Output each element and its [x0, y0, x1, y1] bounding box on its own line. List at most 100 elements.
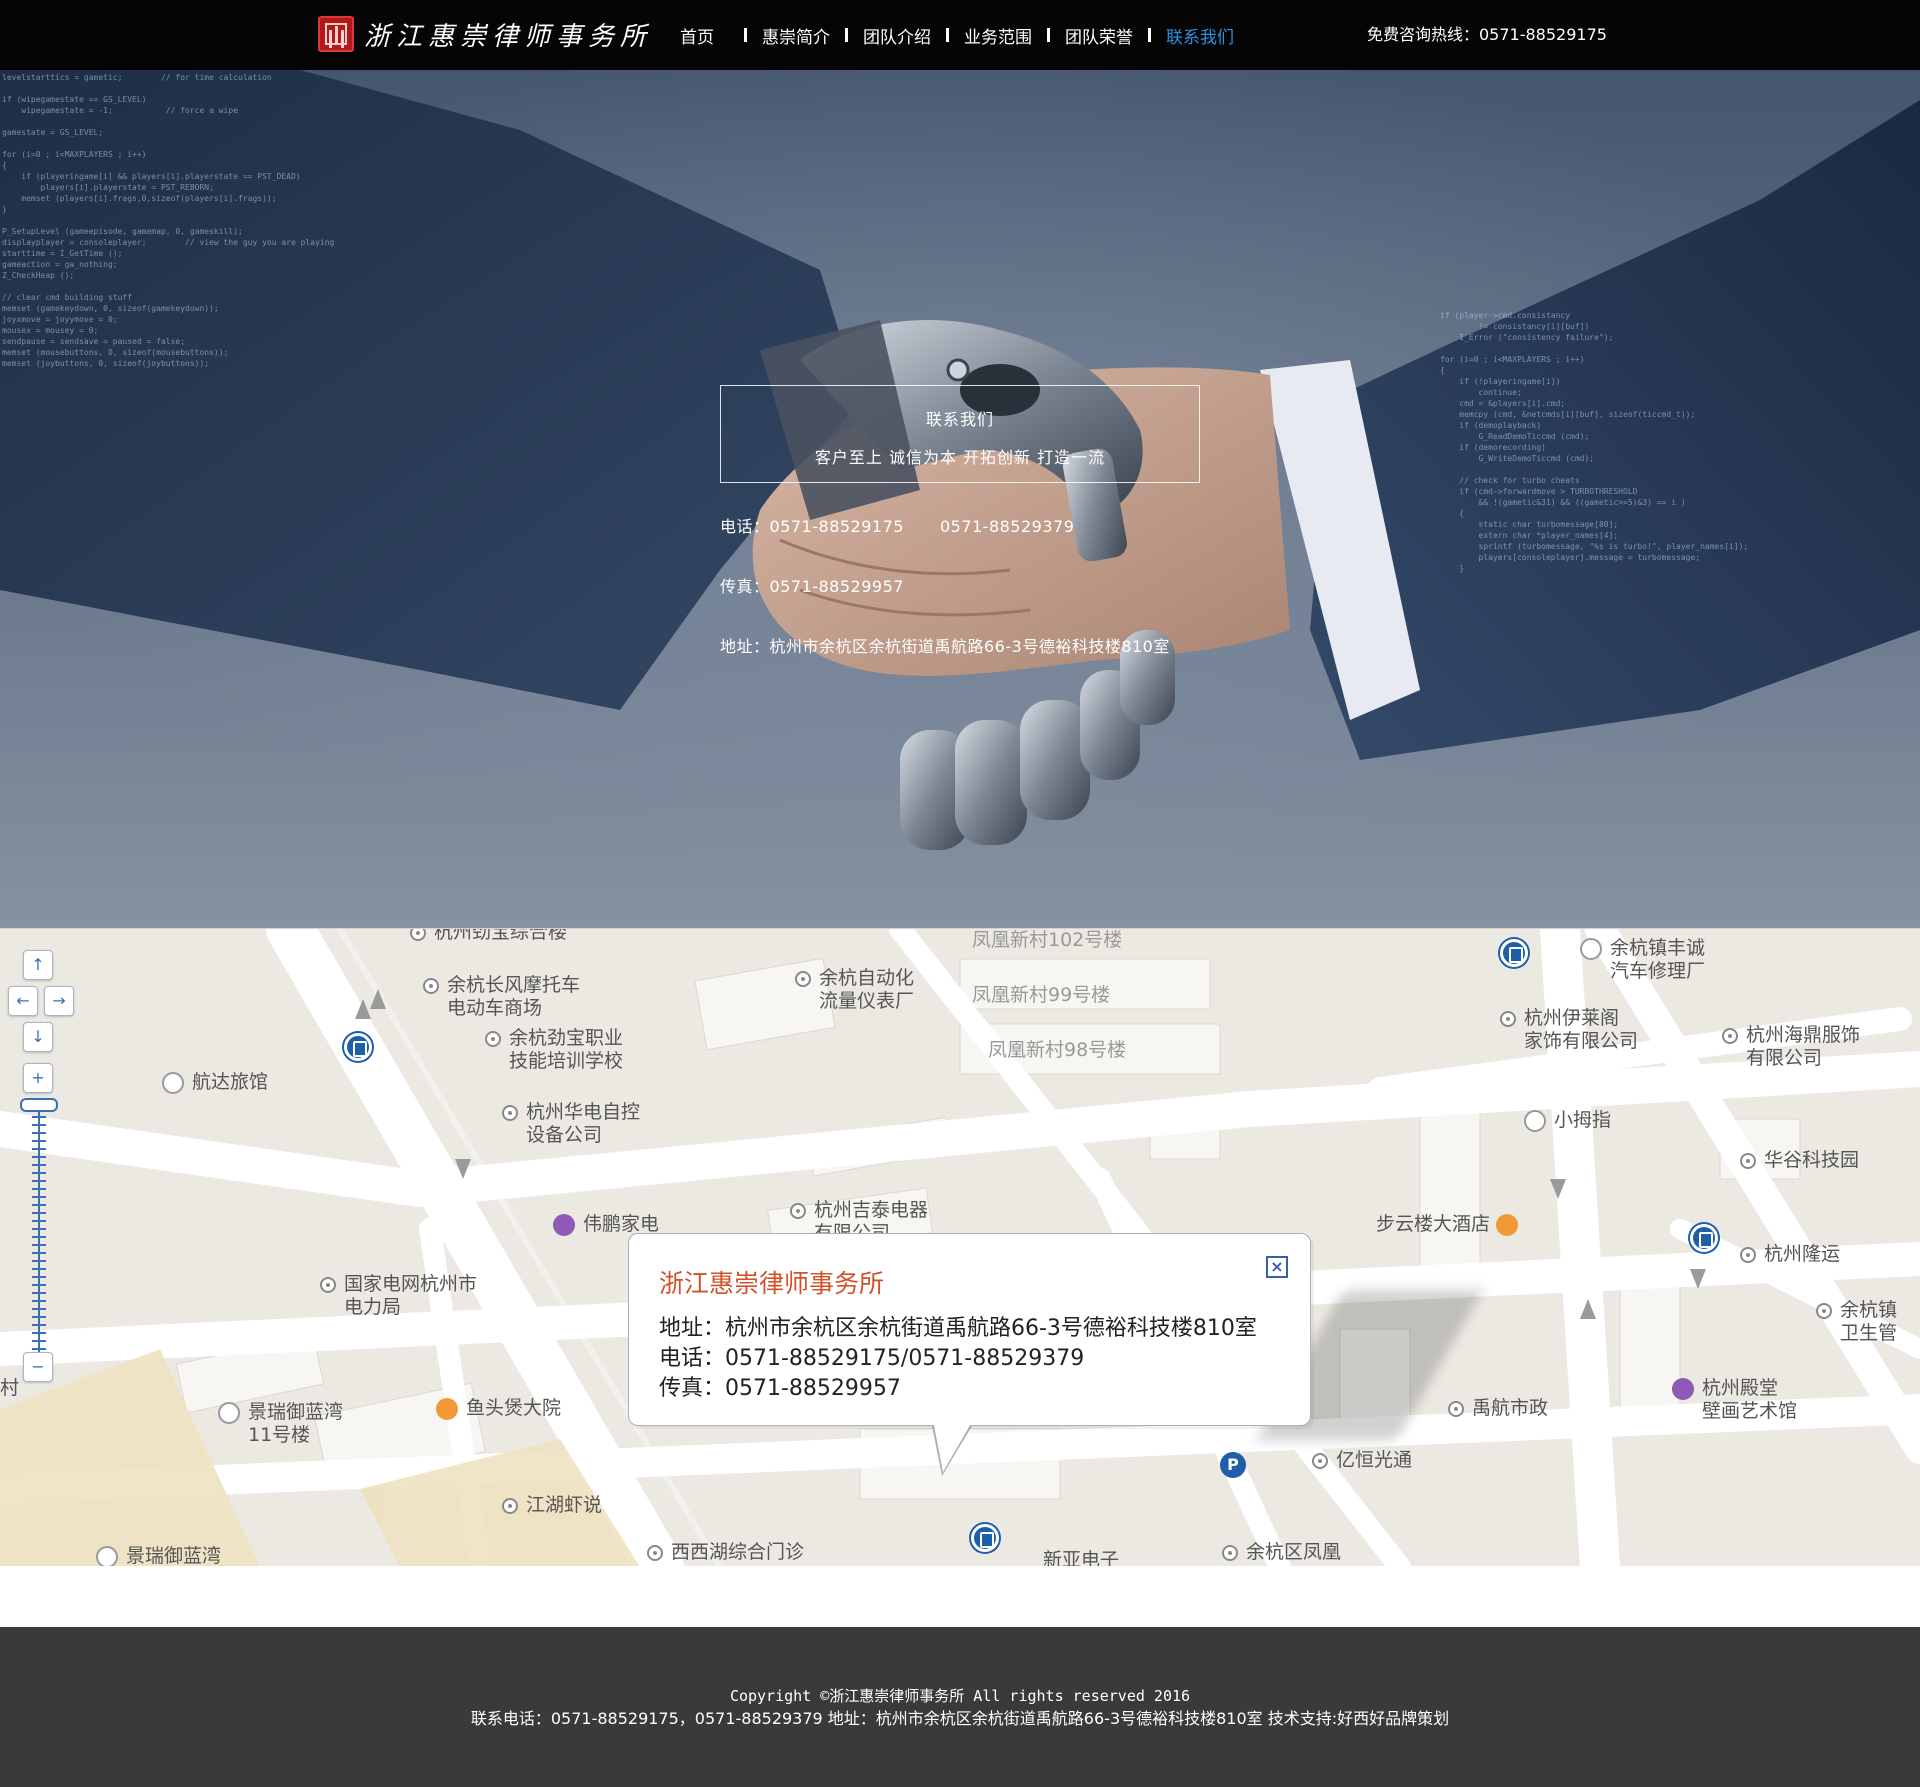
map-poi[interactable]: 西西湖综合门诊 [647, 1541, 804, 1564]
contact-slogan: 客户至上 诚信为本 开拓创新 打造一流 [814, 448, 1106, 467]
map-info-window: 浙江惠崇律师事务所 × 地址：杭州市余杭区余杭街道禹航路66-3号德裕科技楼81… [628, 1233, 1311, 1426]
address-line: 地址：杭州市余杭区余杭街道禹航路66-3号德裕科技楼810室 [720, 637, 1170, 656]
bus-stop-icon[interactable] [1690, 1224, 1718, 1252]
poi-icon [1312, 1452, 1328, 1469]
contact-heading-box: 联系我们 客户至上 诚信为本 开拓创新 打造一流 [720, 385, 1200, 483]
phone-number-1: 0571-88529175 [769, 517, 904, 536]
map-poi[interactable]: 景瑞御蓝湾 [96, 1545, 221, 1566]
map-poi[interactable]: 凤凰新村99号楼 [972, 984, 1110, 1007]
map-zoom-handle[interactable] [20, 1098, 58, 1112]
map-poi[interactable]: 余杭劲宝职业 技能培训学校 [485, 1027, 623, 1073]
poi-icon [1816, 1302, 1832, 1319]
map-poi[interactable]: 余杭长风摩托车 电动车商场 [423, 974, 580, 1020]
poi-icon [1740, 1152, 1756, 1169]
map-poi[interactable]: 亿恒光通 [1312, 1449, 1412, 1472]
car-repair-icon [1580, 937, 1602, 960]
map-poi[interactable]: 杭州华电自控 设备公司 [502, 1101, 640, 1147]
nav-honors[interactable]: 团队荣誉 [1050, 23, 1148, 48]
info-window-fax: 传真：0571-88529957 [659, 1376, 901, 1401]
map-poi[interactable]: 杭州隆运 [1740, 1243, 1840, 1266]
contact-title: 联系我们 [925, 410, 994, 429]
info-window-address: 地址：杭州市余杭区余杭街道禹航路66-3号德裕科技楼810室 [659, 1316, 1257, 1341]
nav-team[interactable]: 团队介绍 [848, 23, 946, 48]
nav-about[interactable]: 惠崇简介 [747, 23, 845, 48]
poi-icon [1740, 1246, 1756, 1263]
map-zoom-out-button[interactable]: − [23, 1352, 53, 1382]
poi-icon [423, 977, 439, 994]
poi-icon [502, 1497, 518, 1514]
footer-copyright: Copyright ©浙江惠崇律师事务所 All rights reserved… [729, 1687, 1191, 1705]
map-pan-up-button[interactable]: ↑ [23, 950, 53, 980]
code-overlay-right: if (player->cmd.consistancy != consistan… [1440, 311, 1749, 573]
car-repair-icon [1524, 1109, 1546, 1132]
restaurant-icon [1496, 1213, 1519, 1236]
map-poi[interactable]: 禹航市政 [1448, 1397, 1548, 1420]
map-poi[interactable]: 凤凰新村102号楼 [972, 929, 1122, 952]
site-footer: Copyright ©浙江惠崇律师事务所 All rights reserved… [0, 1627, 1920, 1787]
map-poi[interactable]: 景瑞御蓝湾 11号楼 [218, 1401, 343, 1447]
hero-banner: levelstarttics = gametic; // for time ca… [0, 70, 1920, 928]
poi-icon [790, 1202, 806, 1219]
map-poi[interactable]: 华谷科技园 [1740, 1149, 1859, 1172]
fax-line: 传真：0571-88529957 [720, 577, 904, 596]
zoom-ticks [32, 1110, 46, 1360]
poi-icon [1222, 1544, 1238, 1561]
info-window-tail [933, 1420, 973, 1472]
info-window-title: 浙江惠崇律师事务所 [659, 1269, 885, 1298]
map-poi[interactable]: 村 [0, 1377, 19, 1400]
map-poi[interactable]: 杭州伊莱阁 家饰有限公司 [1500, 1007, 1638, 1053]
poi-icon [320, 1276, 336, 1293]
bus-stop-icon[interactable] [1500, 939, 1528, 967]
building-icon [218, 1401, 240, 1424]
code-overlay-left: levelstarttics = gametic; // for time ca… [2, 73, 335, 368]
bus-stop-icon[interactable] [971, 1524, 999, 1552]
map-poi[interactable]: 鱼头煲大院 [436, 1397, 561, 1420]
map-poi[interactable]: 余杭自动化 流量仪表厂 [795, 967, 914, 1013]
nav-contact[interactable]: 联系我们 [1151, 23, 1249, 48]
logo[interactable]: 浙江惠崇律师事务所 [318, 14, 652, 54]
map-zoom-slider[interactable] [30, 1110, 48, 1360]
shop-icon [1672, 1377, 1694, 1400]
site-header: 浙江惠崇律师事务所 首页 惠崇简介 团队介绍 业务范围 团队荣誉 联系我们 免费… [0, 0, 1920, 70]
map-poi[interactable]: 江湖虾说 [502, 1494, 602, 1517]
poi-icon [1722, 1027, 1738, 1044]
map-poi[interactable]: 杭州殿堂 壁画艺术馆 [1672, 1377, 1797, 1423]
hotel-icon [162, 1071, 184, 1094]
phone-number-2: 0571-88529379 [939, 517, 1075, 536]
map-poi[interactable]: 杭州海鼎服饰 有限公司 [1722, 1024, 1860, 1070]
poi-icon [410, 929, 426, 941]
phone-label: 电话： [720, 517, 770, 536]
hotline: 免费咨询热线：0571-88529175 [1367, 25, 1607, 44]
map-zoom-in-button[interactable]: + [23, 1063, 53, 1093]
poi-icon [795, 970, 811, 987]
logo-text: 浙江惠崇律师事务所 [364, 21, 653, 52]
info-window-phone: 电话：0571-88529175/0571-88529379 [659, 1346, 1085, 1371]
poi-icon [647, 1544, 663, 1561]
restaurant-icon [436, 1397, 458, 1420]
poi-icon [502, 1104, 518, 1121]
poi-icon [1448, 1400, 1464, 1417]
map-poi[interactable]: 杭州劲宝综合楼 [410, 929, 567, 944]
poi-icon [1500, 1010, 1516, 1027]
map-poi[interactable]: 步云楼大酒店 [1376, 1213, 1526, 1236]
bus-stop-icon[interactable] [344, 1033, 372, 1061]
map-poi[interactable]: 余杭镇丰诚 汽车修理厂 [1580, 937, 1705, 983]
map-poi[interactable]: 新亚电子 [1043, 1549, 1119, 1566]
map-poi[interactable]: 航达旅馆 [162, 1071, 268, 1094]
map-poi[interactable]: 小拇指 [1524, 1109, 1611, 1132]
building-icon [96, 1545, 118, 1566]
map-pan-right-button[interactable]: → [44, 986, 74, 1016]
map-poi[interactable]: 凤凰新村98号楼 [988, 1039, 1126, 1062]
nav-home[interactable]: 首页 [662, 23, 744, 48]
map-poi[interactable]: 余杭镇 卫生管 [1816, 1299, 1897, 1345]
nav-services[interactable]: 业务范围 [949, 23, 1047, 48]
seal-logo-icon [318, 16, 354, 52]
map-poi[interactable]: 余杭区凤凰 [1222, 1541, 1341, 1564]
map-pan-down-button[interactable]: ↓ [23, 1022, 53, 1052]
map-pan-left-button[interactable]: ← [8, 986, 38, 1016]
map-poi[interactable]: 国家电网杭州市 电力局 [320, 1273, 477, 1319]
parking-icon[interactable]: P [1220, 1452, 1246, 1478]
shop-icon [553, 1213, 575, 1236]
close-icon[interactable]: × [1266, 1256, 1288, 1278]
main-nav: 首页 惠崇简介 团队介绍 业务范围 团队荣誉 联系我们 [662, 0, 1249, 70]
